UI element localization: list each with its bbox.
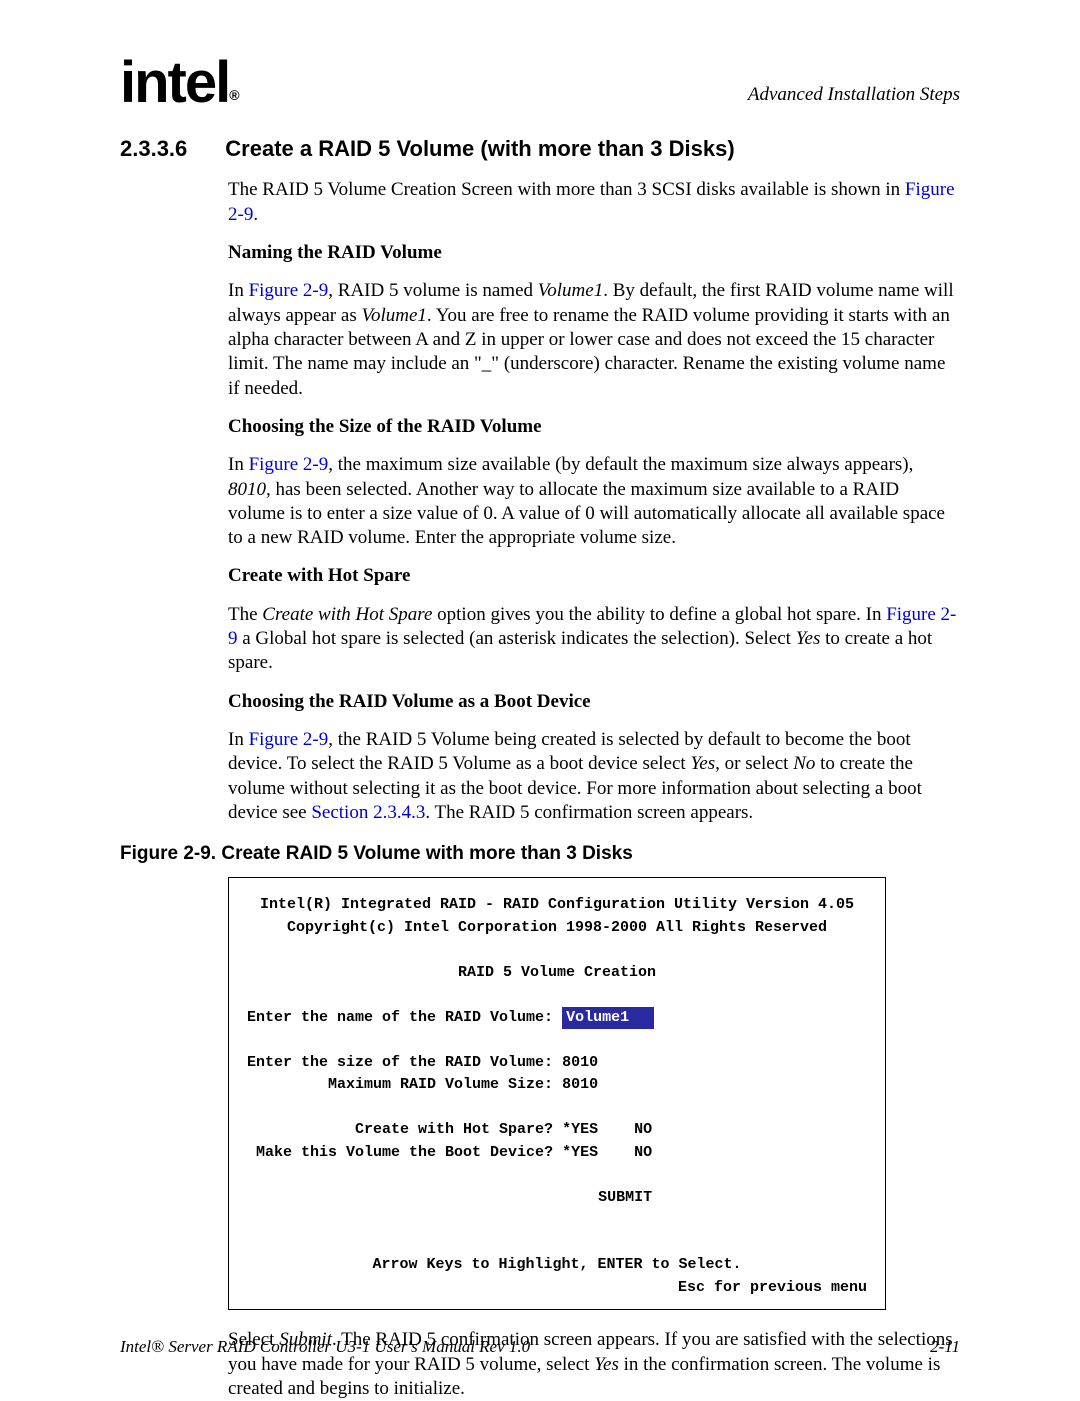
bios-header-line2: Copyright(c) Intel Corporation 1998-2000… — [247, 917, 867, 940]
page-footer: Intel® Server RAID Controller U3-1 User'… — [120, 1337, 960, 1357]
volume-name-field[interactable]: Volume1 — [562, 1007, 654, 1030]
boot-heading: Choosing the RAID Volume as a Boot Devic… — [228, 690, 960, 714]
content-body: The RAID 5 Volume Creation Screen with m… — [228, 178, 960, 825]
bios-name-row: Enter the name of the RAID Volume: Volum… — [247, 1007, 867, 1030]
intro-paragraph: The RAID 5 Volume Creation Screen with m… — [228, 178, 960, 227]
boot-no-option[interactable]: NO — [634, 1144, 652, 1161]
section-title: Create a RAID 5 Volume (with more than 3… — [225, 136, 734, 162]
size-heading: Choosing the Size of the RAID Volume — [228, 415, 960, 439]
section-number: 2.3.3.6 — [120, 136, 187, 162]
page: intel® Advanced Installation Steps 2.3.3… — [0, 0, 1080, 1397]
bios-hint-nav: Arrow Keys to Highlight, ENTER to Select… — [247, 1254, 867, 1277]
volume-size-field[interactable]: 8010 — [562, 1054, 598, 1071]
figure-link[interactable]: Figure 2-9 — [249, 280, 329, 301]
bios-screen-title: RAID 5 Volume Creation — [247, 962, 867, 985]
bios-hotspare-row: Create with Hot Spare? *YES NO — [247, 1119, 867, 1142]
boot-paragraph: In Figure 2-9, the RAID 5 Volume being c… — [228, 728, 960, 825]
registered-mark: ® — [229, 87, 239, 103]
size-paragraph: In Figure 2-9, the maximum size availabl… — [228, 453, 960, 550]
figure-link[interactable]: Figure 2-9 — [249, 454, 329, 475]
bios-hint-esc: Esc for previous menu — [247, 1277, 867, 1300]
submit-button[interactable]: SUBMIT — [598, 1189, 652, 1206]
section-heading: 2.3.3.6 Create a RAID 5 Volume (with mor… — [120, 136, 960, 162]
page-header: intel® Advanced Installation Steps — [120, 60, 960, 106]
bios-submit-row: SUBMIT — [247, 1187, 867, 1210]
hotspare-paragraph: The Create with Hot Spare option gives y… — [228, 603, 960, 676]
hotspare-no-option[interactable]: NO — [634, 1121, 652, 1138]
intel-logo: intel® — [120, 60, 240, 106]
bios-boot-row: Make this Volume the Boot Device? *YES N… — [247, 1142, 867, 1165]
hotspare-heading: Create with Hot Spare — [228, 564, 960, 588]
figure-caption: Figure 2-9. Create RAID 5 Volume with mo… — [120, 843, 960, 865]
bios-header-line1: Intel(R) Integrated RAID - RAID Configur… — [247, 894, 867, 917]
bios-maxsize-row: Maximum RAID Volume Size: 8010 — [247, 1074, 867, 1097]
boot-yes-option[interactable]: *YES — [562, 1144, 598, 1161]
hotspare-yes-option[interactable]: *YES — [562, 1121, 598, 1138]
footer-page-number: 2-11 — [930, 1337, 960, 1357]
bios-size-row: Enter the size of the RAID Volume: 8010 — [247, 1052, 867, 1075]
section-link[interactable]: Section 2.3.4.3 — [311, 802, 425, 823]
header-chapter-title: Advanced Installation Steps — [748, 84, 960, 106]
bios-screen: Intel(R) Integrated RAID - RAID Configur… — [228, 877, 886, 1310]
footer-manual-title: Intel® Server RAID Controller U3-1 User'… — [120, 1337, 530, 1357]
figure-link[interactable]: Figure 2-9 — [249, 729, 329, 750]
logo-text: intel — [120, 50, 229, 115]
naming-paragraph: In Figure 2-9, RAID 5 volume is named Vo… — [228, 279, 960, 401]
naming-heading: Naming the RAID Volume — [228, 241, 960, 265]
max-size-value: 8010 — [562, 1076, 598, 1093]
